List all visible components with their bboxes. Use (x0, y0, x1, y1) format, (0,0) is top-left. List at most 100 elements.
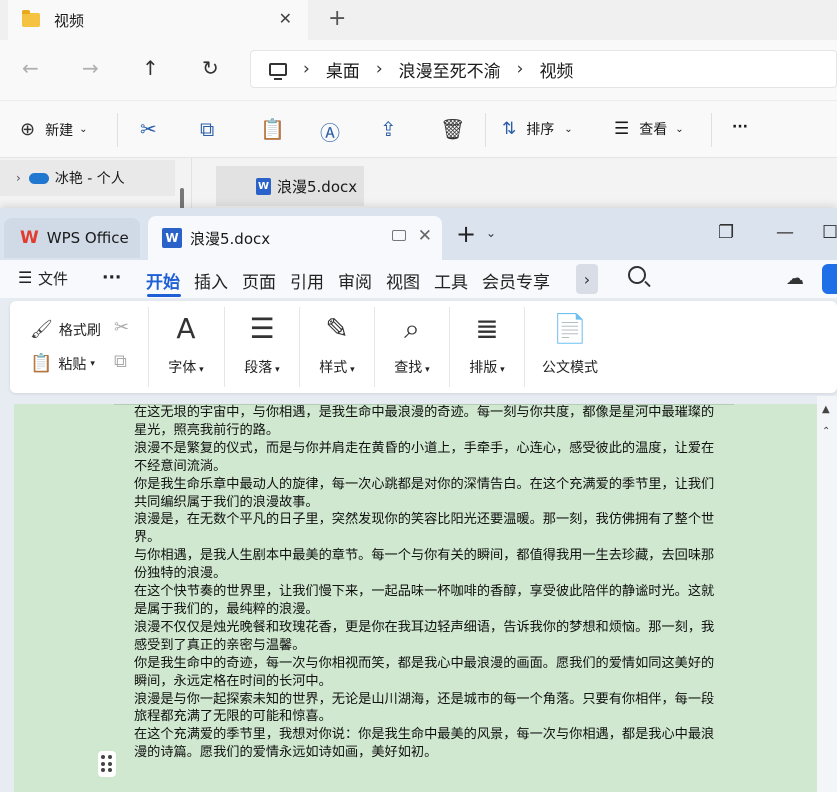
menu-tab-start[interactable]: 开始 (146, 268, 180, 293)
style-button[interactable]: ✎ 样式 ▾ (301, 311, 373, 377)
search-icon[interactable] (628, 266, 646, 284)
format-painter-button[interactable]: 🖌 格式刷 (30, 319, 101, 340)
document-paragraph[interactable]: 与你相遇，是我人生剧本中最美的章节。每一个与你有关的瞬间，都值得我用一生去珍藏，… (134, 547, 724, 583)
minimize-icon[interactable]: — (776, 222, 794, 243)
rename-icon[interactable]: Ⓐ (320, 117, 340, 146)
sidebar-item-label: 冰艳 - 个人 (54, 171, 125, 187)
layout-button[interactable]: ≣ 排版 ▾ (451, 311, 523, 377)
menu-tab-review[interactable]: 审阅 (338, 268, 372, 293)
new-tab-plus-icon[interactable]: + (456, 220, 476, 248)
folder-icon (22, 10, 40, 27)
wps-doc-tab[interactable]: W 浪漫5.docx ✕ (148, 216, 442, 260)
close-icon[interactable]: ✕ (418, 226, 432, 246)
cut-icon[interactable]: ✂ (114, 317, 129, 338)
file-item[interactable]: W 浪漫5.docx (216, 166, 364, 206)
document-paragraph[interactable]: 你是我生命中的奇迹，每一次与你相视而笑，都是我心中最浪漫的画面。愿我们的爱情如同… (134, 655, 724, 691)
hamburger-icon[interactable]: ☰ (18, 268, 32, 287)
breadcrumb-desktop[interactable]: 桌面 (326, 57, 360, 82)
font-button[interactable]: A 字体 ▾ (150, 311, 222, 377)
new-tab-plus-icon[interactable]: + (328, 6, 346, 31)
paragraph-button[interactable]: ☰ 段落 ▾ (226, 311, 298, 377)
restore-window-icon[interactable]: ❐ (718, 222, 734, 243)
breadcrumb-folder[interactable]: 浪漫至死不渝 (399, 57, 501, 82)
maximize-icon[interactable]: ☐ (822, 222, 837, 243)
paste-button[interactable]: 📋 粘贴 ▾ (30, 353, 95, 374)
document-paragraph[interactable]: 在这个充满爱的季节里，我想对你说：你是我生命中最美的风景，每一次与你相遇，都是我… (134, 726, 724, 762)
scroll-up-icon[interactable]: ▲ (822, 404, 830, 415)
chevron-down-icon: ▾ (90, 358, 95, 369)
divider (374, 307, 375, 387)
menu-tab-tools[interactable]: 工具 (434, 268, 468, 293)
find-label: 查找 (394, 360, 423, 376)
breadcrumb-current[interactable]: 视频 (539, 57, 573, 82)
chevron-right-icon: › (375, 59, 383, 79)
wps-home-tab-label: WPS Office (46, 229, 129, 247)
chevron-down-icon: ⌄ (675, 123, 684, 135)
document-paragraph[interactable]: 浪漫不是繁复的仪式，而是与你并肩走在黄昏的小道上，手牵手，心连心，感受彼此的温度… (134, 440, 724, 476)
sidebar-scrollbar[interactable] (180, 188, 184, 210)
file-explorer-window: 视频 ✕ + ← → ↑ ↻ › 桌面 › 浪漫至死不渝 › 视频 ⊕ 新建 ⌄… (0, 0, 837, 210)
vertical-scrollbar[interactable]: ▲ ⌃ (817, 396, 837, 792)
chevron-down-icon: ⌄ (79, 124, 88, 135)
share-icon[interactable]: ⇪ (380, 117, 397, 141)
drag-handle-icon[interactable] (98, 751, 116, 777)
paragraph-lines-icon: ☰ (249, 312, 275, 345)
scroll-up-arrow-icon[interactable]: ⌃ (822, 426, 830, 437)
more-options-button[interactable]: ··· (732, 119, 748, 135)
close-icon[interactable]: ✕ (279, 9, 292, 28)
menu-file[interactable]: 文件 (38, 268, 68, 289)
document-page[interactable]: 在这无垠的宇宙中，与你相遇，是我生命中最浪漫的奇迹。每一刻与你共度，都像是星河中… (14, 404, 817, 792)
menu-tab-page[interactable]: 页面 (242, 268, 276, 293)
sort-button[interactable]: ⇅ 排序 ⌄ (502, 119, 573, 139)
wps-window: W WPS Office W 浪漫5.docx ✕ + ⌄ ❐ — ☐ ☰ 文件… (0, 208, 837, 792)
delete-icon[interactable]: 🗑 (440, 117, 465, 141)
document-paragraph[interactable]: 浪漫不仅仅是烛光晚餐和玫瑰花香，更是你在我耳边轻声细语，告诉我你的梦想和烦恼。那… (134, 619, 724, 655)
back-arrow-icon[interactable]: ← (22, 56, 39, 80)
forward-arrow-icon[interactable]: → (82, 56, 99, 80)
wps-home-tab[interactable]: W WPS Office (4, 218, 140, 258)
official-doc-icon: 📄 (552, 312, 588, 345)
explorer-tab-bar: 视频 ✕ + (0, 0, 837, 40)
document-paragraph[interactable]: 在这个快节奏的世界里，让我们慢下来，一起品味一杯咖啡的香醇，享受彼此陪伴的静谧时… (134, 583, 724, 619)
chevron-down-icon[interactable]: ⌄ (486, 226, 496, 240)
document-paragraph[interactable]: 在这无垠的宇宙中，与你相遇，是我生命中最浪漫的奇迹。每一刻与你共度，都像是星河中… (134, 404, 724, 440)
menu-tab-insert[interactable]: 插入 (194, 268, 228, 293)
document-paragraph[interactable]: 浪漫是与你一起探索未知的世界，无论是山川湖海，还是城市的每一个角落。只要有你相伴… (134, 691, 724, 727)
share-button[interactable] (822, 264, 837, 294)
divider (117, 113, 118, 147)
menu-tab-reference[interactable]: 引用 (290, 268, 324, 293)
up-arrow-icon[interactable]: ↑ (142, 56, 159, 80)
sidebar-item-onedrive[interactable]: › 冰艳 - 个人 (0, 160, 175, 196)
document-paragraph[interactable]: 浪漫是，在无数个平凡的日子里，突然发现你的笑容比阳光还要温暖。那一刻，我仿佛拥有… (134, 511, 724, 547)
document-body[interactable]: 在这无垠的宇宙中，与你相遇，是我生命中最浪漫的奇迹。每一刻与你共度，都像是星河中… (134, 404, 724, 762)
divider (224, 307, 225, 387)
chevron-down-icon: ▾ (497, 365, 505, 375)
new-button[interactable]: ⊕ 新建 ⌄ (20, 119, 87, 140)
paste-icon[interactable]: 📋 (260, 117, 285, 141)
explorer-command-bar: ⊕ 新建 ⌄ ✂ ⧉ 📋 Ⓐ ⇪ 🗑 ⇅ 排序 ⌄ ☰ 查看 ⌄ ··· (0, 100, 837, 158)
menu-more[interactable]: ··· (102, 268, 121, 288)
refresh-icon[interactable]: ↻ (202, 56, 219, 80)
cut-icon[interactable]: ✂ (140, 117, 157, 141)
divider (148, 307, 149, 387)
copy-icon[interactable]: ⧉ (200, 117, 214, 141)
official-mode-label: 公文模式 (542, 360, 598, 376)
magnifier-icon: ⌕ (404, 312, 420, 345)
address-bar[interactable]: › 桌面 › 浪漫至死不渝 › 视频 (250, 50, 837, 88)
wps-doc-tab-label: 浪漫5.docx (190, 229, 271, 248)
menu-scroll-right-button[interactable]: › (576, 264, 598, 294)
find-button[interactable]: ⌕ 查找 ▾ (376, 311, 448, 377)
monitor-icon[interactable] (392, 230, 406, 241)
menu-tab-member[interactable]: 会员专享 (482, 268, 550, 293)
cloud-upload-icon[interactable]: ☁ (786, 268, 804, 289)
chevron-right-icon[interactable]: › (16, 171, 21, 185)
document-paragraph[interactable]: 你是我生命乐章中最动人的旋律，每一次心跳都是对你的深情告白。在这个充满爱的季节里… (134, 476, 724, 512)
wps-menu-bar: ☰ 文件 ··· 开始 插入 页面 引用 审阅 视图 工具 会员专享 › ☁ (0, 260, 837, 298)
menu-tab-view[interactable]: 视图 (386, 268, 420, 293)
paste-icon: 📋 (30, 353, 53, 374)
explorer-tab[interactable]: 视频 ✕ (8, 0, 308, 40)
copy-icon[interactable]: ⧉ (114, 351, 127, 372)
official-mode-button[interactable]: 📄 公文模式 (530, 311, 610, 377)
chevron-down-icon: ▾ (422, 365, 430, 375)
view-button[interactable]: ☰ 查看 ⌄ (614, 119, 684, 139)
